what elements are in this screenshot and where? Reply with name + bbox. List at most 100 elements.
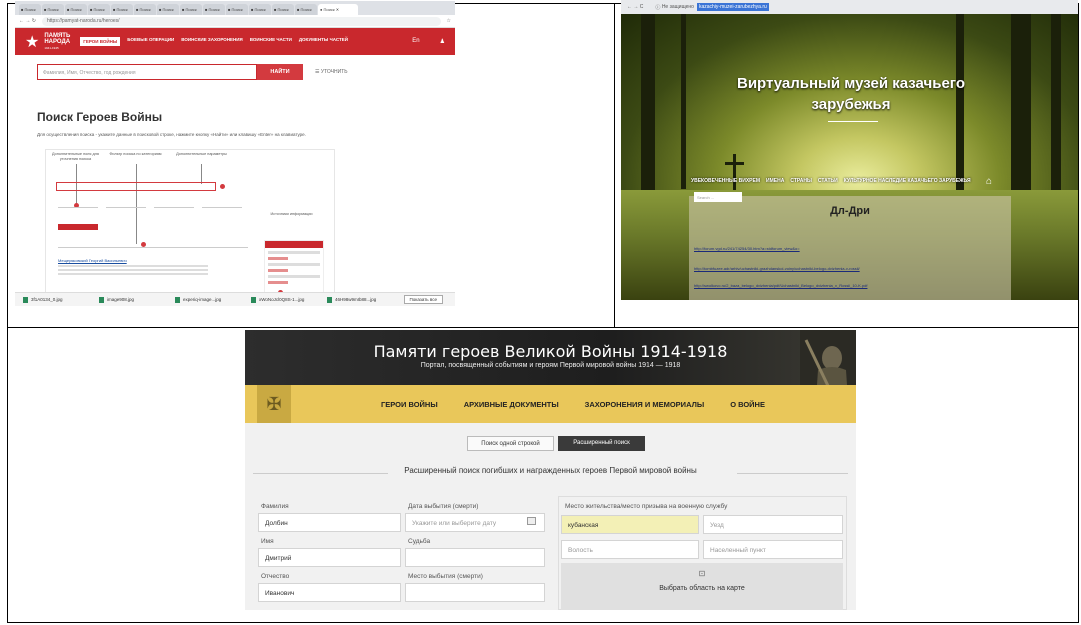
search-input[interactable]: Search ... [694,192,742,202]
nav-item-units[interactable]: ВОИНСКИЕ ЧАСТИ [250,37,292,46]
forward-icon[interactable]: → [633,4,638,10]
info-icon: ⓘ [655,4,661,11]
nav-item-burials[interactable]: ЗАХОРОНЕНИЯ И МЕМОРИАЛЫ [585,400,705,409]
settlement-field[interactable]: Населенный пункт [703,540,843,559]
residence-legend: Место жительства/место призыва на военну… [563,503,730,510]
nav-item-documents[interactable]: ДОКУМЕНТЫ ЧАСТЕЙ [299,37,348,46]
filter-icon: ☰ [315,69,320,75]
back-icon[interactable]: ← [19,18,24,24]
browser-tab[interactable]: ■ Поиск [272,4,294,15]
browser-tab[interactable]: ■ Поиск [295,4,317,15]
reload-icon[interactable]: C [640,4,644,10]
download-item[interactable]: experiq-image...jpg [175,296,243,303]
download-item[interactable]: 46H98w9mIb88...jpg [327,296,395,303]
diagram-label: Источники информации [270,212,313,216]
refine-button[interactable]: ☰ УТОЧНИТЬ [315,69,348,75]
diagram-pointer [201,164,202,184]
star-icon[interactable]: ☆ [447,18,451,24]
panel-great-war-heroes: Памяти героев Великой Войны 1914-1918 По… [245,330,856,610]
browser-tab[interactable]: ■ Поиск [249,4,271,15]
user-icon[interactable]: ♟ [440,38,445,45]
nav-item-heroes[interactable]: ГЕРОИ ВОЙНЫ [80,37,121,46]
browser-tab-active[interactable]: ● Поиск ✕ [318,4,358,15]
back-icon[interactable]: ← [627,4,632,10]
death-place-label: Место выбытия (смерти) [408,573,483,580]
grave-cross [725,162,744,165]
diagram-field [202,202,242,208]
death-place-field[interactable] [405,583,545,602]
file-icon [23,296,28,303]
nav-item-archive[interactable]: АРХИВНЫЕ ДОКУМЕНТЫ [464,400,559,409]
browser-tab[interactable]: ■ Поиск [203,4,225,15]
select-map-area-button[interactable]: ⊡ Выбрать область на карте [561,563,843,610]
county-field[interactable]: Уезд [703,515,843,534]
grid-divider-vertical [614,4,615,327]
home-icon[interactable]: ⌂ [986,176,992,187]
death-date-field[interactable]: Укажите или выберите дату [405,513,545,532]
nav-item-heroes[interactable]: ГЕРОИ ВОЙНЫ [381,400,438,409]
language-switch[interactable]: En [412,38,419,45]
surname-label: Фамилия [261,503,289,510]
name-field[interactable]: Дмитрий [258,548,401,567]
resource-link[interactable]: http://swolkovo.ru/2_baza_belogo_dvizhen… [694,283,867,288]
download-name: 3f1A0134_0.jpg [31,297,63,302]
address-url: kazachiy-muzei-zarubezhya.ru [696,3,769,11]
nav-item[interactable]: КУЛЬТУРНОЕ НАСЛЕДИЕ КАЗАЧЬЕГО ЗАРУБЕЖЬЯ [844,178,971,184]
calendar-icon[interactable] [527,517,536,525]
st-george-cross-icon[interactable]: ✠ [257,385,291,423]
sources-line [268,257,288,260]
site-header: ★ ПАМЯТЬ НАРОДА 1941-1945 ГЕРОИ ВОЙНЫ БО… [15,28,455,55]
site-subtitle: Портал, посвященный событиям и героям Пе… [420,362,681,369]
forward-icon[interactable]: → [25,18,30,24]
nav-item-burials[interactable]: ВОИНСКИЕ ЗАХОРОНЕНИЯ [181,37,242,46]
download-name: xWoNoJcl0Q8S-1...jpg [259,297,305,302]
show-all-downloads-button[interactable]: Показать все [403,295,443,304]
site-title: Памяти героев Великой Войны 1914-1918 [373,342,728,361]
browser-tab[interactable]: ■ Поиск [134,4,156,15]
sources-line [268,281,288,284]
diagram-label: Фильтр поиска по категориям [109,152,162,156]
browser-tab[interactable]: ■ Поиск [19,4,41,15]
nav-item-about[interactable]: О ВОЙНЕ [730,400,765,409]
site-logo[interactable]: ПАМЯТЬ НАРОДА 1941-1945 [44,33,70,51]
volost-field[interactable]: Волость [561,540,699,559]
death-date-label: Дата выбытия (смерти) [408,503,479,510]
title-underline [828,121,878,122]
nav-item[interactable]: СТРАНЫ [790,178,812,184]
surname-field[interactable]: Долбин [258,513,401,532]
search-input[interactable]: Фамилия, Имя, Отчество, год рождения [37,64,257,80]
browser-tab[interactable]: ■ Поиск [65,4,87,15]
reload-icon[interactable]: ↻ [32,18,36,24]
address-field[interactable]: ⓘ Не защищено kazachiy-muzei-zarubezhya.… [655,3,769,11]
browser-address-bar: ← → C ⓘ Не защищено kazachiy-muzei-zarub… [621,0,1078,14]
tab-single-line-search[interactable]: Поиск одной строкой [467,436,554,451]
address-field[interactable]: https://pamyat-naroda.ru/heroes/ [41,16,441,26]
fate-field[interactable] [405,548,545,567]
title-rule [737,473,848,474]
nav-item-operations[interactable]: БОЕВЫЕ ОПЕРАЦИИ [127,37,174,46]
nav-item[interactable]: ИМЕНА [766,178,784,184]
province-field[interactable]: кубанская [561,515,699,534]
tab-advanced-search[interactable]: Расширенный поиск [558,436,645,451]
download-item[interactable]: 3f1A0134_0.jpg [23,296,91,303]
browser-tab[interactable]: ■ Поиск [157,4,179,15]
browser-tab[interactable]: ■ Поиск [180,4,202,15]
star-logo-icon: ★ [25,33,40,51]
browser-tab[interactable]: ■ Поиск [111,4,133,15]
resource-link[interactable]: http://forum.vgd.ru/241/74254/30.htm?a=s… [694,246,800,251]
nav-item[interactable]: УВЕКОВЕЧЕННЫЕ ВИХРЕМ [691,178,760,184]
resource-link[interactable]: http://tombfuzee.adr/arhiv/uchastniki-gr… [694,266,860,271]
grid-divider-horizontal [8,327,1078,328]
browser-tab[interactable]: ■ Поиск [226,4,248,15]
download-item[interactable]: xWoNoJcl0Q8S-1...jpg [251,296,319,303]
browser-tab[interactable]: ■ Поиск [42,4,64,15]
browser-tab[interactable]: ■ Поиск [88,4,110,15]
patronymic-field[interactable]: Иванович [258,583,401,602]
search-button[interactable]: НАЙТИ [257,64,303,80]
diagram-marker [220,184,225,189]
page-description: Для осуществления поиска - укажите данны… [37,132,306,137]
page-heading: Дл-Дри [830,205,870,217]
nav-item[interactable]: СТАТЬИ [818,178,838,184]
download-item[interactable]: image908.jpg [99,296,167,303]
fate-label: Судьба [408,538,431,545]
